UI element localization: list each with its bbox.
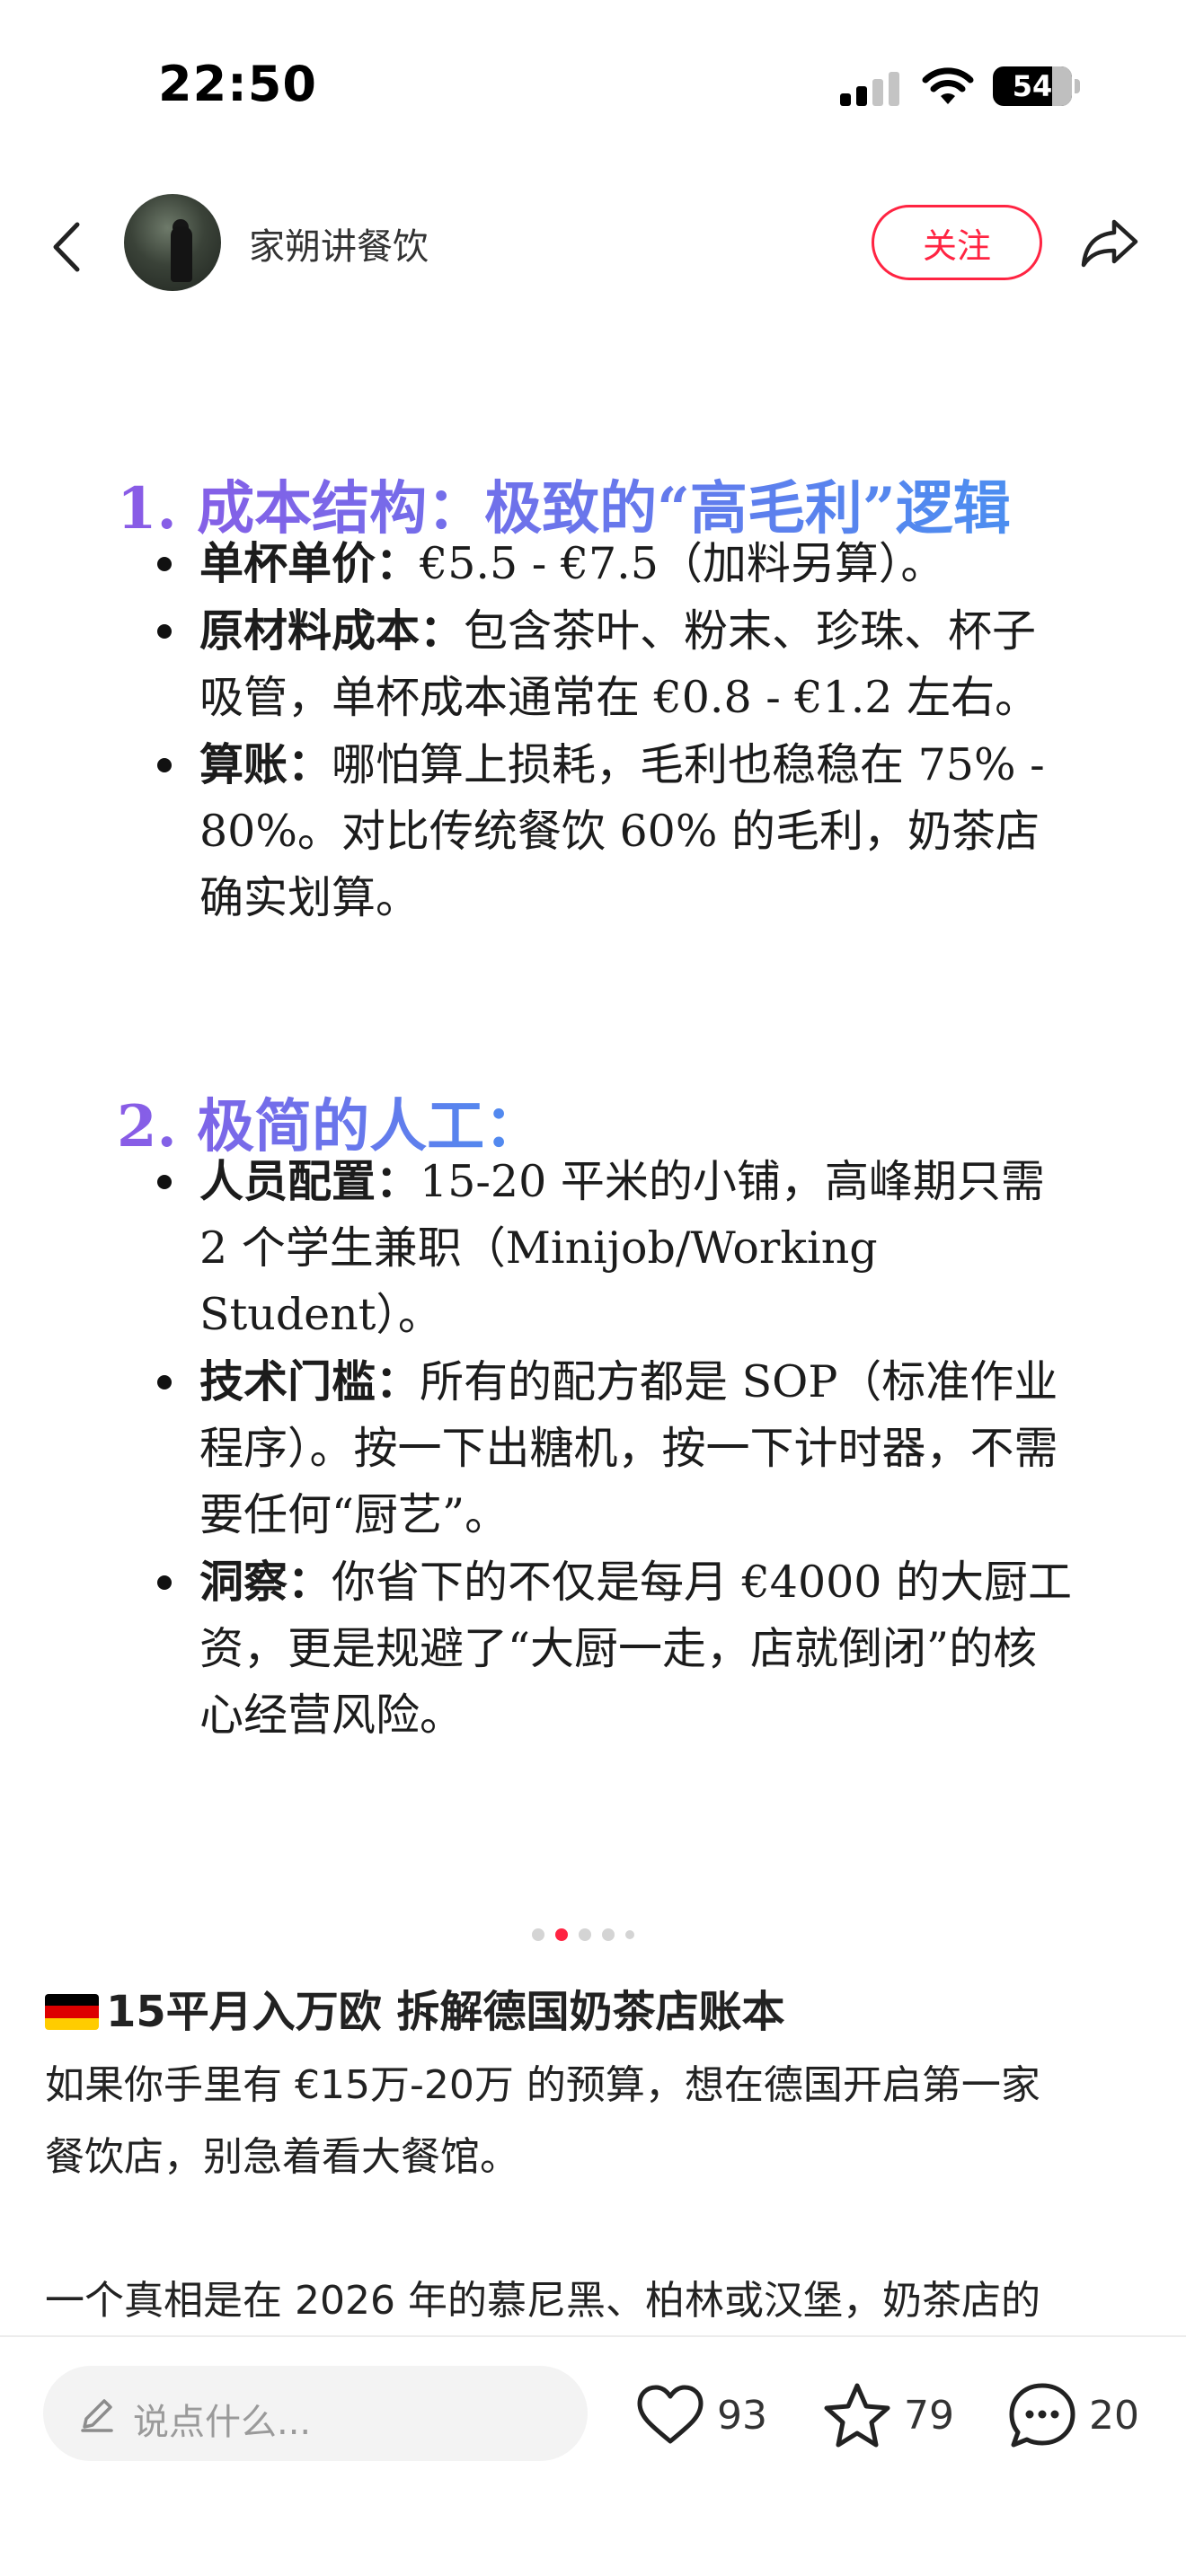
battery-icon: 54 — [993, 66, 1072, 106]
list-item: 洞察：你省下的不仅是每月 €4000 的大厨工资，更是规避了“大厨一走，店就倒闭… — [157, 1548, 1080, 1749]
follow-button[interactable]: 关注 — [872, 205, 1042, 280]
share-icon[interactable] — [1078, 211, 1141, 274]
list-item: 算账：哪怕算上损耗，毛利也稳稳在 75% - 80%。对比传统餐饮 60% 的毛… — [157, 731, 1080, 931]
star-icon — [824, 2383, 890, 2448]
comment-icon — [1009, 2383, 1075, 2448]
item-label: 算账： — [199, 738, 332, 790]
item-label: 原材料成本： — [199, 604, 465, 657]
bullet-list: 人员配置：15-20 平米的小铺，高峰期只需 2 个学生兼职（Minijob/W… — [157, 1148, 1080, 1749]
item-label: 单杯单价： — [199, 537, 420, 589]
collect-button[interactable]: 79 — [821, 2380, 956, 2452]
collect-count: 79 — [904, 2393, 954, 2439]
note-image-slide[interactable]: 1. 成本结构：极致的“高毛利”逻辑 单杯单价：€5.5 - €7.5（加料另算… — [0, 314, 1186, 1895]
item-label: 洞察： — [199, 1556, 332, 1608]
back-icon[interactable] — [45, 216, 90, 278]
wifi-icon — [922, 67, 974, 104]
item-label: 技术门槛： — [199, 1355, 420, 1407]
heart-icon — [637, 2385, 704, 2444]
note-title-text: 15平月入万欧 拆解德国奶茶店账本 — [106, 1987, 785, 2037]
pager-dot[interactable] — [555, 1928, 568, 1941]
pager-dot[interactable] — [532, 1928, 544, 1941]
note-line: 如果你手里有 €15万-20万 的预算，想在德国开启第一家 — [45, 2062, 1040, 2108]
list-item: 技术门槛：所有的配方都是 SOP（标准作业程序）。按一下出糖机，按一下计时器，不… — [157, 1348, 1080, 1548]
pager-dots — [532, 1928, 649, 1943]
status-time: 22:50 — [158, 56, 317, 112]
note-line: 一个真相是在 2026 年的慕尼黑、柏林或汉堡，奶茶店的 — [45, 2278, 1040, 2324]
list-item: 原材料成本：包含茶叶、粉末、珍珠、杯子吸管，单杯成本通常在 €0.8 - €1.… — [157, 597, 1080, 731]
comment-placeholder: 说点什么... — [133, 2402, 312, 2443]
like-button[interactable]: 93 — [634, 2380, 769, 2452]
note-paragraph: 一个真相是在 2026 年的慕尼黑、柏林或汉堡，奶茶店的 — [45, 2265, 1150, 2337]
comment-button[interactable]: 20 — [1006, 2380, 1150, 2452]
battery-tip — [1075, 79, 1080, 93]
list-item: 人员配置：15-20 平米的小铺，高峰期只需 2 个学生兼职（Minijob/W… — [157, 1148, 1080, 1348]
germany-flag-icon — [45, 1994, 99, 2030]
list-item: 单杯单价：€5.5 - €7.5（加料另算）。 — [157, 530, 1080, 597]
comment-count: 20 — [1089, 2393, 1139, 2439]
pager-dot[interactable] — [579, 1928, 591, 1941]
note-line: 餐饮店，别急着看大餐馆。 — [45, 2134, 519, 2180]
item-label: 人员配置： — [199, 1155, 420, 1207]
pencil-icon — [81, 2399, 113, 2432]
avatar[interactable] — [124, 194, 221, 291]
bullet-list: 单杯单价：€5.5 - €7.5（加料另算）。 原材料成本：包含茶叶、粉末、珍珠… — [157, 530, 1080, 931]
bottom-bar: 说点什么... 93 79 20 — [0, 2335, 1186, 2576]
pager-dot[interactable] — [602, 1928, 615, 1941]
battery-percent: 54 — [1012, 69, 1053, 103]
note-title: 15平月入万欧 拆解德国奶茶店账本 — [45, 1976, 785, 2039]
pager-dot[interactable] — [625, 1930, 634, 1939]
author-name[interactable]: 家朔讲餐饮 — [249, 217, 429, 269]
status-bar: 22:50 54 — [0, 0, 1186, 171]
item-text: €5.5 - €7.5（加料另算）。 — [420, 538, 945, 589]
like-count: 93 — [717, 2393, 767, 2439]
signal-icon — [840, 70, 901, 106]
comment-input[interactable]: 说点什么... — [43, 2366, 588, 2461]
note-paragraph: 如果你手里有 €15万-20万 的预算，想在德国开启第一家 餐饮店，别急着看大餐馆… — [45, 2050, 1150, 2193]
nav-bar: 家朔讲餐饮 关注 — [0, 171, 1186, 314]
